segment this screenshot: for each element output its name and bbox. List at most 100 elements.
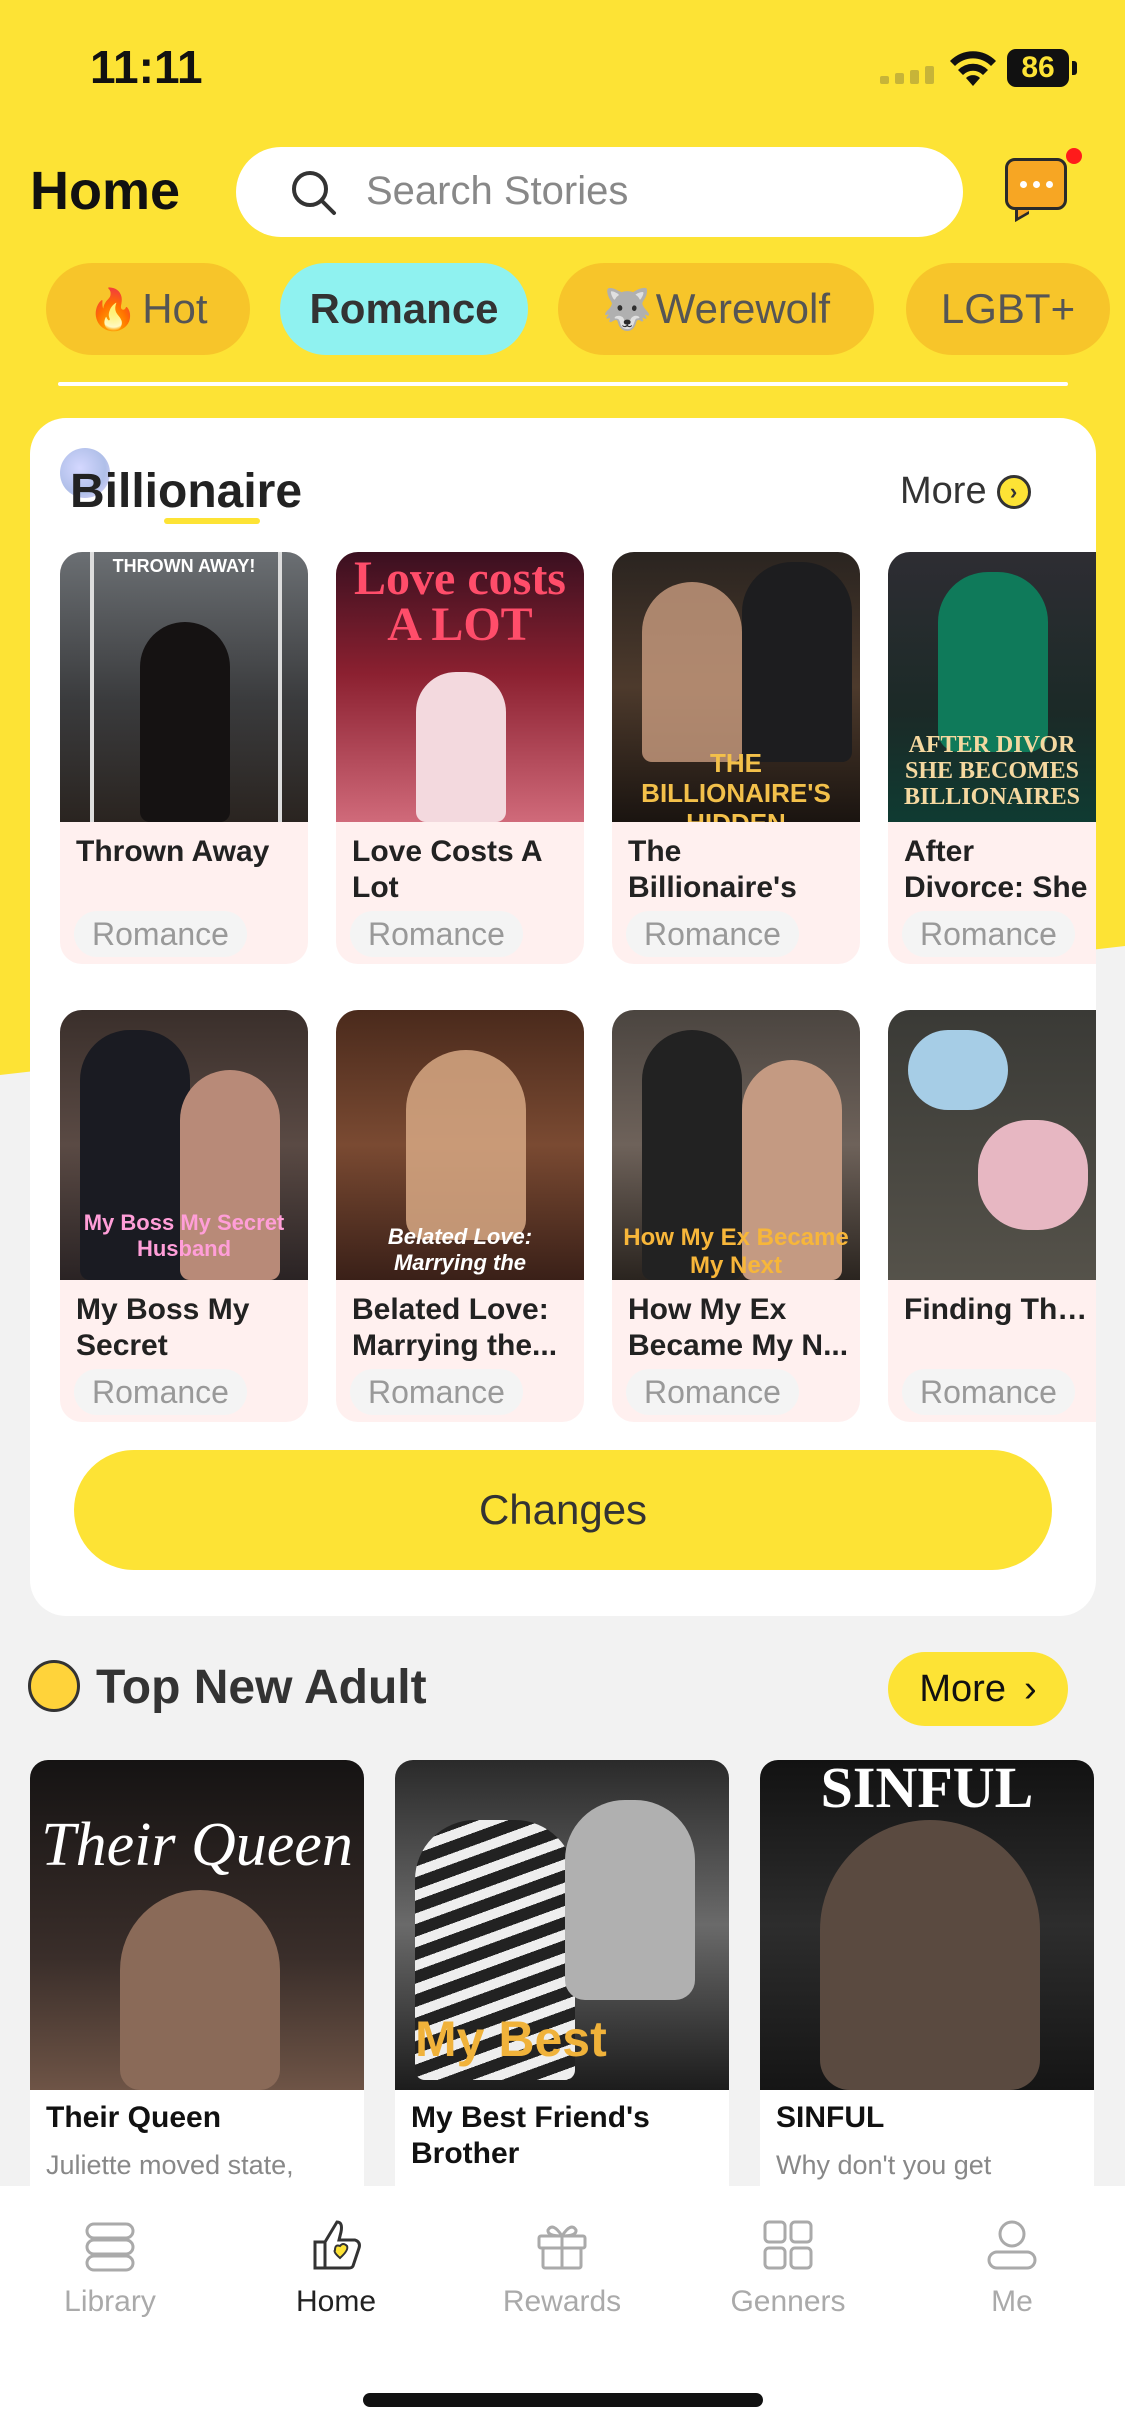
tab-rewards[interactable]: Rewards [472,2216,652,2326]
home-indicator [363,2393,763,2407]
book-cover: Their Queen [30,1760,364,2090]
tab-library[interactable]: Library [20,2216,200,2326]
book-cover: THROWN AWAY! [60,552,308,822]
book-cover: My Boss My Secret Husband [60,1010,308,1280]
book-card[interactable]: SINFUL SINFUL Why don't you get [760,1760,1094,2190]
tab-label: Hot [142,285,208,332]
notification-dot [1066,148,1082,164]
cellular-signal-icon [880,66,934,84]
cover-title: Love costs A LOT [354,552,566,651]
fire-icon: 🔥 [88,287,139,332]
book-title: SINFUL [776,2101,885,2134]
more-label: More [900,470,987,512]
tab-romance[interactable]: Romance [280,263,528,355]
tab-label: Home [295,2285,377,2318]
changes-button[interactable]: Changes [74,1450,1052,1570]
library-icon [85,2222,135,2272]
cover-title: Their Queen [41,1811,353,1879]
book-card[interactable]: THE BILLIONAIRE'S HIDDEN The Billionaire… [612,552,860,964]
book-description: Why don't you get [776,2150,992,2180]
tab-label: LGBT+ [940,285,1076,332]
book-title: Their Queen [46,2101,222,2134]
search-input[interactable]: Search Stories [236,147,963,237]
more-button[interactable]: More › [888,1652,1068,1726]
chevron-right-icon: › [996,474,1031,509]
genre-tag: Romance [350,911,523,957]
billionaire-section: Billionaire More › THROWN AWAY! Thrown A… [30,418,1096,1616]
book-cover [888,1010,1096,1280]
book-cover: SINFUL [760,1760,1094,2090]
section-title: Billionaire [70,465,303,518]
book-cover: My Best [395,1760,729,2090]
book-title: After Divorce: She Becomes... [904,835,1088,904]
more-button[interactable]: More › [900,470,1031,513]
book-cover: AFTER DIVOR SHE BECOMES BILLIONAIRES [888,552,1096,822]
tab-home[interactable]: Home [246,2216,426,2326]
user-icon [987,2220,1037,2270]
cover-title: AFTER DIVOR SHE BECOMES BILLIONAIRES [903,732,1081,810]
tab-werewolf[interactable]: 🐺 Werewolf [558,263,874,355]
messages-button[interactable] [1005,158,1071,223]
tab-label: Genners [730,2285,846,2318]
genre-tag: Romance [902,911,1075,957]
book-title: Thrown Away [76,835,270,868]
book-card[interactable]: Their Queen Their Queen Juliette moved s… [30,1760,364,2190]
book-cover: Belated Love: Marrying the [336,1010,584,1280]
genre-tag: Romance [626,1369,799,1415]
battery-icon: 86 [1007,49,1069,87]
tab-lgbt[interactable]: LGBT+ [906,263,1110,355]
book-card[interactable]: How My Ex Became My Next How My Ex Becam… [612,1010,860,1422]
book-card[interactable]: My Best My Best Friend's Brother [395,1760,729,2190]
cover-title: THE BILLIONAIRE'S HIDDEN [641,748,831,822]
book-title: Love Costs A Lot [352,835,542,904]
book-card[interactable]: THROWN AWAY! Thrown Away Romance [60,552,308,964]
book-title: How My Ex Became My N... [628,1293,849,1362]
tab-label: Me [991,2285,1033,2318]
genre-tag: Romance [350,1369,523,1415]
wolf-icon: 🐺 [601,287,652,332]
book-title: My Boss My Secret Husband [76,1293,250,1362]
tab-genners[interactable]: Genners [698,2216,878,2326]
genre-tag: Romance [74,1369,247,1415]
chat-bubble-icon [1005,158,1067,210]
tab-hot[interactable]: 🔥 Hot [46,263,250,355]
cover-title: Belated Love: Marrying the [387,1224,533,1275]
section-title-underline [164,518,260,524]
category-tabs: 🔥 Hot Romance 🐺 Werewolf LGBT+ [0,263,1125,355]
cover-title: My Best [415,2011,607,2067]
grid-icon [763,2220,813,2270]
status-time: 11:11 [90,41,203,93]
book-card[interactable]: AFTER DIVOR SHE BECOMES BILLIONAIRES Aft… [888,552,1096,964]
search-placeholder: Search Stories [366,169,629,213]
tab-label: Werewolf [655,285,831,332]
thumbs-up-heart-icon [313,2220,361,2270]
cover-title: My Boss My Secret Husband [83,1210,285,1261]
book-cover: How My Ex Became My Next [612,1010,860,1280]
cover-title: THROWN AWAY! [112,556,256,576]
tab-label: Library [64,2285,156,2318]
book-card[interactable]: Belated Love: Marrying the Belated Love:… [336,1010,584,1422]
book-title: The Billionaire's Hidden Heiress [628,835,797,904]
search-icon [292,171,336,215]
book-card[interactable]: My Boss My Secret Husband My Boss My Sec… [60,1010,308,1422]
book-cover: Love costs A LOT [336,552,584,822]
book-description: Juliette moved state, [46,2150,294,2180]
smile-emoji-icon [28,1660,80,1712]
wifi-icon [950,51,996,86]
tab-label: Romance [309,285,499,332]
genre-tag: Romance [902,1369,1075,1415]
book-card[interactable]: Love costs A LOT Love Costs A Lot Romanc… [336,552,584,964]
book-card[interactable]: Finding Them Romance [888,1010,1096,1422]
cover-title: SINFUL [820,1760,1034,1820]
section-title: Top New Adult [96,1661,427,1714]
tab-me[interactable]: Me [922,2216,1102,2326]
book-cover: THE BILLIONAIRE'S HIDDEN [612,552,860,822]
divider [58,382,1068,386]
battery-tip [1072,61,1077,75]
chevron-right-icon: › [1023,1667,1037,1710]
genre-tag: Romance [626,911,799,957]
gift-icon [537,2225,587,2270]
genre-tag: Romance [74,911,247,957]
more-label: More [919,1667,1006,1710]
tab-label: Rewards [502,2285,622,2318]
